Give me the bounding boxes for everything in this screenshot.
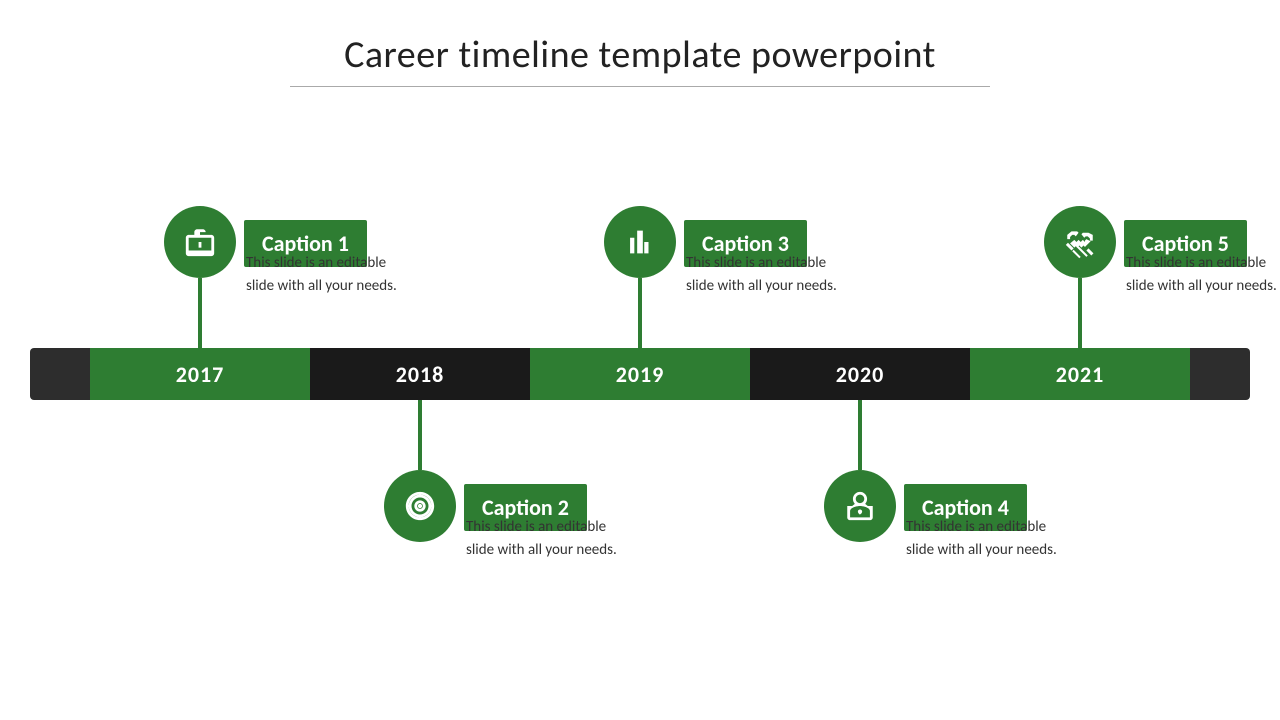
connector-2 xyxy=(418,400,422,470)
title-area: Career timeline template powerpoint xyxy=(0,0,1280,97)
slide-container: Career timeline template powerpoint 2017… xyxy=(0,0,1280,720)
connector-4 xyxy=(858,400,862,470)
desc-text-2: This slide is an editable slide with all… xyxy=(466,516,626,561)
desc-content-2: This slide is an editable slide with all… xyxy=(466,518,617,559)
circle-5 xyxy=(1044,206,1116,278)
title-divider xyxy=(290,86,990,87)
slide-title: Career timeline template powerpoint xyxy=(0,32,1280,78)
desc-text-4: This slide is an editable slide with all… xyxy=(906,516,1066,561)
timeline-area: 2017 2018 2019 2020 2021 Caption 1 This … xyxy=(0,130,1280,630)
desc-text-5: This slide is an editable slide with all… xyxy=(1126,252,1280,297)
year-2020: 2020 xyxy=(750,348,970,400)
desc-text-1: This slide is an editable slide with all… xyxy=(246,252,406,297)
moneybag-icon: $ xyxy=(843,489,877,523)
desc-text-3: This slide is an editable slide with all… xyxy=(686,252,846,297)
year-2019: 2019 xyxy=(530,348,750,400)
circle-2 xyxy=(384,470,456,542)
desc-content-1: This slide is an editable slide with all… xyxy=(246,254,397,295)
circle-4: $ xyxy=(824,470,896,542)
circle-1 xyxy=(164,206,236,278)
timeline-bar: 2017 2018 2019 2020 2021 xyxy=(30,348,1250,400)
bar-cap-left xyxy=(30,348,90,400)
year-2017: 2017 xyxy=(90,348,310,400)
briefcase-icon xyxy=(183,225,217,259)
svg-text:$: $ xyxy=(858,507,862,516)
connector-1 xyxy=(198,278,202,348)
target-icon xyxy=(403,489,437,523)
bar-cap-right xyxy=(1190,348,1250,400)
chart-icon xyxy=(623,225,657,259)
handshake-icon xyxy=(1063,225,1097,259)
connector-3 xyxy=(638,278,642,348)
connector-5 xyxy=(1078,278,1082,348)
desc-content-3: This slide is an editable slide with all… xyxy=(686,254,837,295)
year-2018: 2018 xyxy=(310,348,530,400)
circle-3 xyxy=(604,206,676,278)
year-2021: 2021 xyxy=(970,348,1190,400)
desc-content-4: This slide is an editable slide with all… xyxy=(906,518,1057,559)
desc-content-5: This slide is an editable slide with all… xyxy=(1126,254,1277,295)
